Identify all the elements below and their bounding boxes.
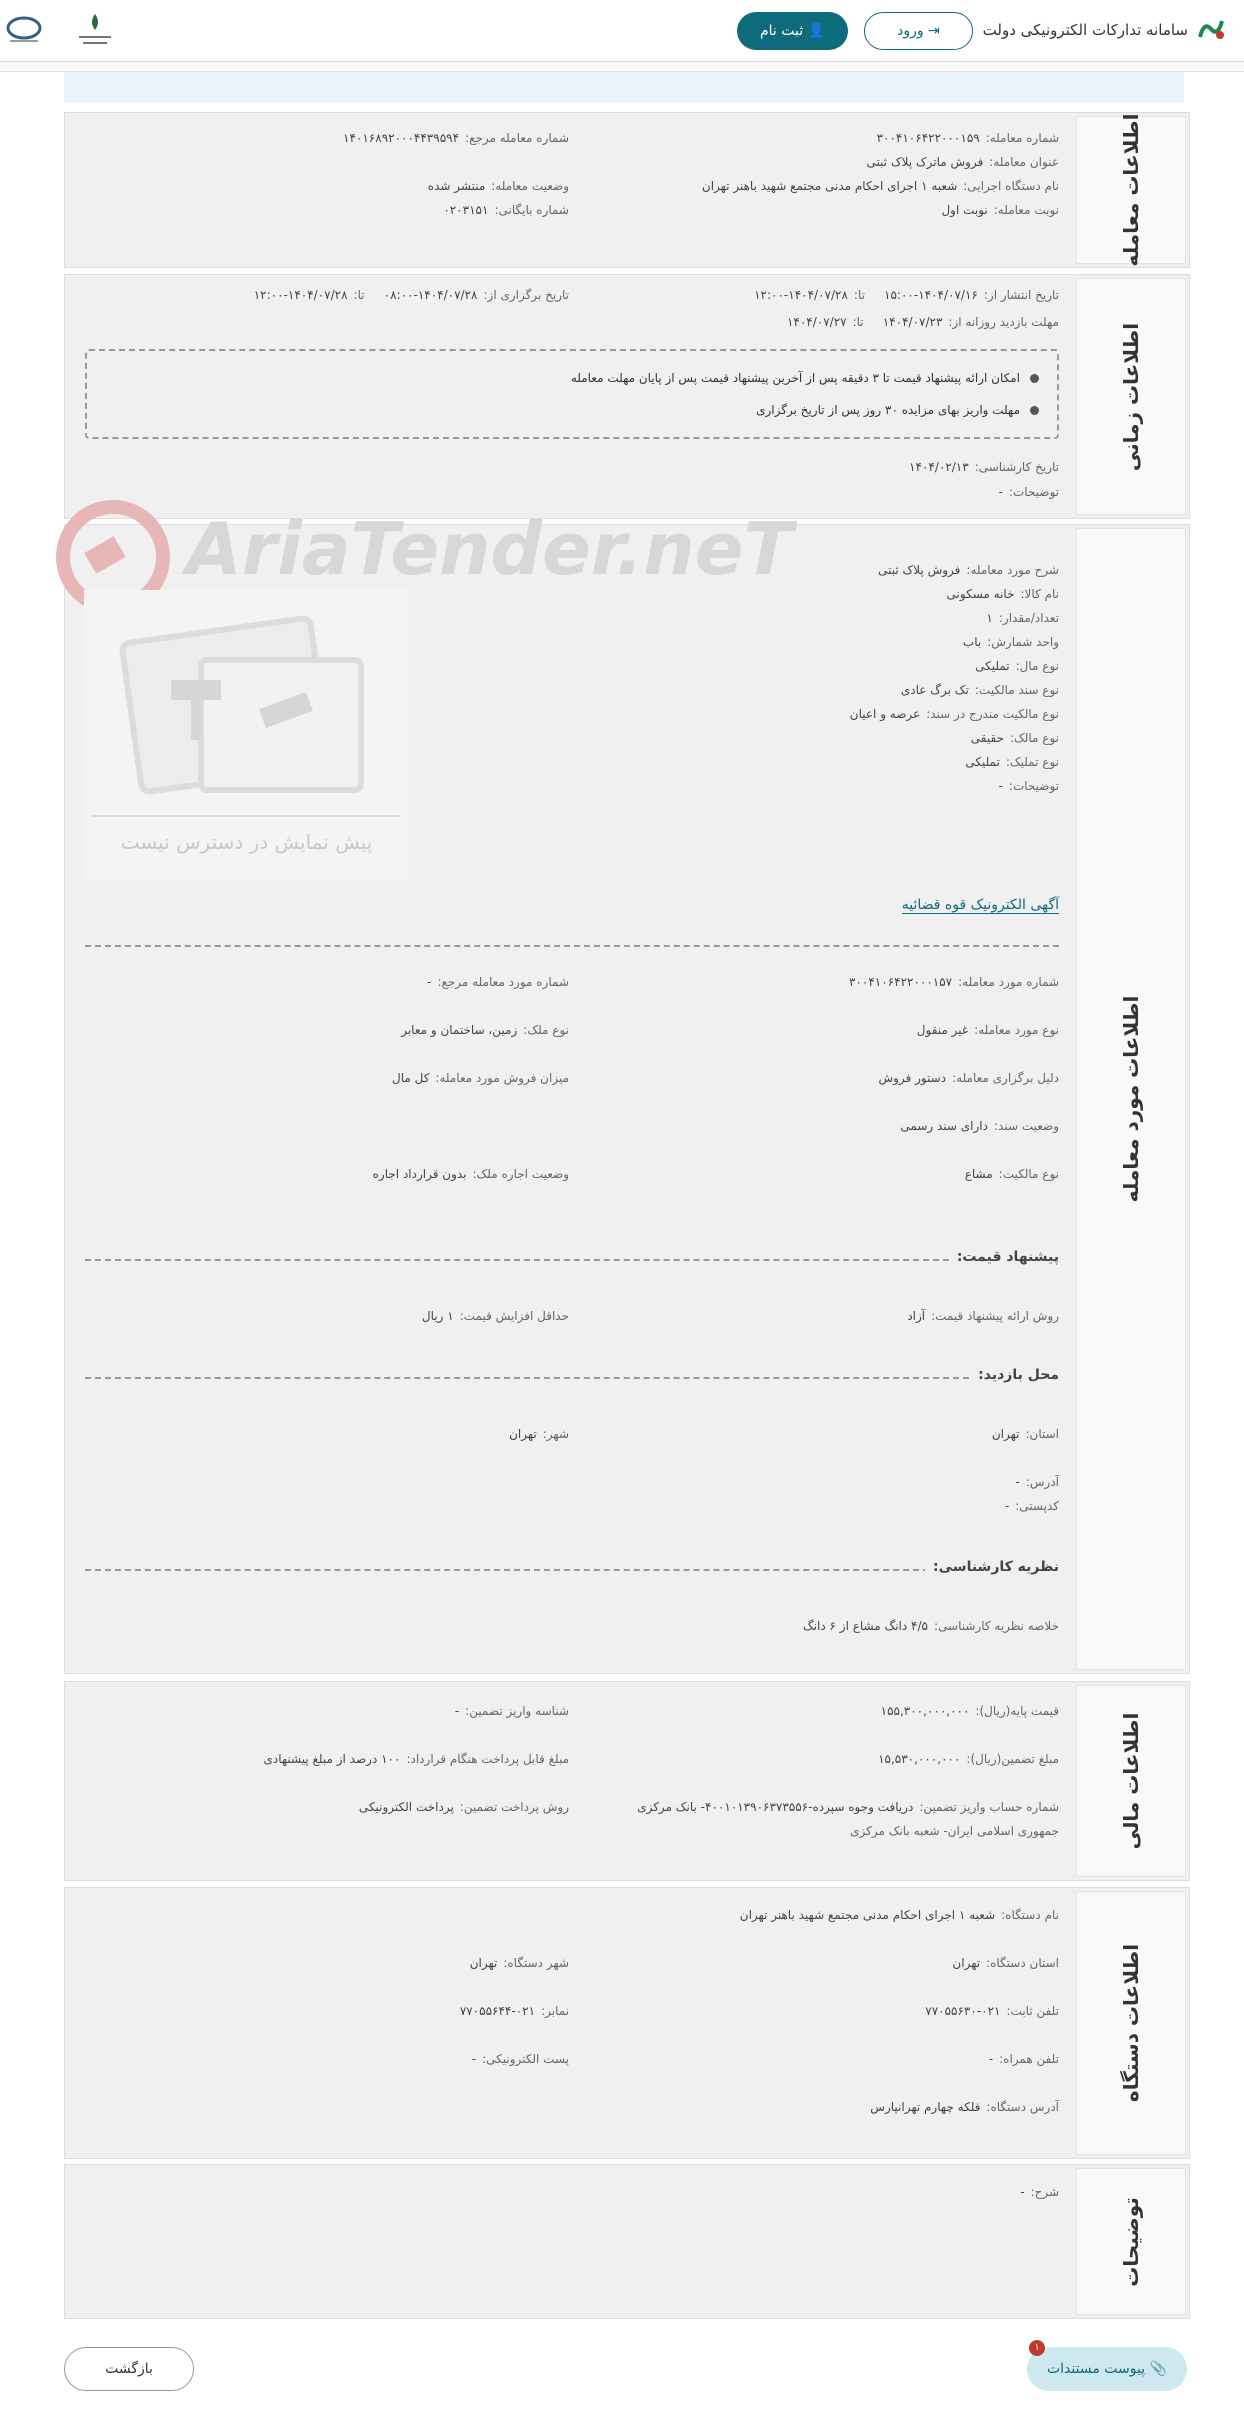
attachment-count-badge: ۱ [1029, 2340, 1045, 2356]
device-name: نام دستگاه:شعبه ۱ اجرای احکام مدنی مجتمع… [739, 1908, 1059, 1922]
bullet-icon [1030, 406, 1039, 415]
header: سامانه تدارکات الکترونیکی دولت ⇥ ورود 👤 … [0, 0, 1244, 62]
device-province: استان دستگاه:تهران [952, 1956, 1059, 1970]
deposit-id: شناسه واریز تضمین:- [454, 1704, 569, 1718]
terms-box: امکان ارائه پیشنهاد قیمت تا ۳ دقیقه پس ا… [85, 349, 1059, 439]
city: شهر:تهران [509, 1427, 569, 1441]
payment-method: روش پرداخت تضمین:پرداخت الکترونیکی [358, 1800, 569, 1814]
visit-deadline: مهلت بازدید روزانه از:۱۴۰۴/۰۷/۲۳ تا:۱۴۰۴… [786, 315, 1059, 329]
item-detail-row: نوع سند مالکیت:تک برگ عادی [900, 683, 1059, 697]
section-title: اطلاعات زمانی [1076, 278, 1186, 515]
preview-placeholder: پیش نمایش در دسترس نیست [84, 590, 409, 880]
deal-status: وضعیت معامله:منتشر شده [427, 179, 569, 193]
watermark-brand: AriaTender.neT [186, 507, 793, 591]
item-detail-row: نوع تملیک:تملیکی [965, 755, 1059, 769]
device-address: آدرس دستگاه:فلکه چهارم تهرانپارس [870, 2100, 1059, 2114]
deal-title: عنوان معامله:فروش ماترک پلاک ثبتی [866, 155, 1059, 169]
register-button[interactable]: 👤 ثبت نام [737, 12, 848, 50]
expert-date: تاریخ کارشناسی:۱۴۰۴/۰۲/۱۳ [909, 460, 1059, 474]
divider [85, 1259, 959, 1261]
lease-status: وضعیت اجاره ملک:بدون قرارداد اجاره [372, 1167, 569, 1181]
device-info-section: اطلاعات دستگاه نام دستگاه:شعبه ۱ اجرای ا… [64, 1887, 1190, 2159]
divider [85, 1377, 969, 1379]
visit-location-heading: محل بازدید: [970, 1367, 1059, 1383]
paperclip-icon: 📎 [1149, 2361, 1168, 2377]
archive-number: شماره بایگانی:۰۲۰۳۱۵۱ [443, 203, 569, 217]
sub-ref-number: شماره مورد معامله مرجع:- [427, 975, 569, 989]
item-detail-row: شرح مورد معامله:فروش پلاک ثبتی [878, 563, 1059, 577]
device-email: پست الکترونیکی:- [471, 2052, 569, 2066]
payable-at-contract: مبلغ قابل پرداخت هنگام قرارداد:۱۰۰ درصد … [263, 1752, 569, 1766]
divider [85, 1569, 949, 1571]
description-section: توضیحات شرح:- [64, 2164, 1190, 2319]
device-fax: نمابر:۰۲۱-۷۷۰۵۵۶۴۴ [459, 2004, 569, 2018]
bullet-icon [1030, 374, 1039, 383]
executing-org: نام دستگاه اجرایی:شعبه ۱ اجرای احکام مدن… [701, 179, 1059, 193]
sub-number: شماره مورد معامله:۳۰۰۴۱۰۶۴۲۲۰۰۰۱۵۷ [849, 975, 1059, 989]
bid-method: روش ارائه پیشنهاد قیمت:آزاد [907, 1309, 1059, 1323]
postal-code: کدپستی:- [1004, 1499, 1059, 1513]
government-logo-icon [6, 16, 42, 42]
guarantee-account-line2: جمهوری اسلامی ایران- شعبه بانک مرکزی [850, 1824, 1059, 1838]
finance-info-section: اطلاعات مالی قیمت پایه(ریال):۱۵۵,۳۰۰,۰۰۰… [64, 1681, 1190, 1881]
item-detail-row: تعداد/مقدار:۱ [986, 611, 1059, 625]
login-button[interactable]: ⇥ ورود [864, 12, 973, 50]
deal-turn: نوبت معامله:نوبت اول [941, 203, 1059, 217]
deal-info-section: اطلاعات معامله شماره معامله:۳۰۰۴۱۰۶۴۲۲۰۰… [64, 112, 1190, 268]
item-detail-row: واحد شمارش:باب [962, 635, 1059, 649]
item-detail-row: نوع مالکیت مندرج در سند:عرصه و اعیان [849, 707, 1059, 721]
device-mobile: تلفن همراه:- [988, 2052, 1059, 2066]
guarantee-account: شماره حساب واریز تضمین:دریافت وجوه سپرده… [637, 1800, 1059, 1814]
item-detail-row: نوع مال:تملیکی [975, 659, 1059, 673]
section-title: اطلاعات مالی [1076, 1685, 1186, 1877]
expert-summary: خلاصه نظریه کارشناسی:۴/۵ دانگ مشاع از ۶ … [802, 1619, 1059, 1633]
expert-opinion-heading: نظریه کارشناسی: [925, 1559, 1059, 1575]
auction-gavel-icon [119, 615, 364, 795]
deal-number: شماره معامله:۳۰۰۴۱۰۶۴۲۲۰۰۰۱۵۹ [876, 131, 1059, 145]
divider [85, 945, 1059, 947]
ministry-emblem-icon [79, 14, 111, 44]
add-user-icon: 👤 [807, 23, 826, 39]
site-title[interactable]: سامانه تدارکات الکترونیکی دولت [983, 21, 1188, 39]
attachments-button[interactable]: 📎 پیوست مستندات [1027, 2347, 1187, 2391]
item-detail-row: توضیحات:- [998, 779, 1059, 793]
list-item: مهلت واریز بهای مزایده ۳۰ روز پس از تاری… [756, 403, 1039, 417]
site-logo-icon[interactable] [1196, 15, 1226, 45]
publish-date: تاریخ انتشار از:۱۴۰۴/۰۷/۱۶-۱۵:۰۰ تا:۱۴۰۴… [754, 288, 1059, 302]
section-title: اطلاعات مورد معامله [1076, 528, 1186, 1670]
guarantee-amount: مبلغ تضمین(ریال):۱۵,۵۳۰,۰۰۰,۰۰۰ [878, 1752, 1059, 1766]
device-city: شهر دستگاه:تهران [469, 1956, 569, 1970]
description-text: شرح:- [1020, 2185, 1059, 2199]
ownership-type: نوع مالکیت:مشاع [964, 1167, 1059, 1181]
min-increment: حداقل افزایش قیمت:۱ ریال [421, 1309, 569, 1323]
item-detail-row: نوع مالک:حقیقی [970, 731, 1059, 745]
judiciary-ad-link[interactable]: آگهی الکترونیک قوه قضائیه [901, 897, 1059, 914]
time-info-section: اطلاعات زمانی تاریخ انتشار از:۱۴۰۴/۰۷/۱۶… [64, 274, 1190, 519]
back-button[interactable]: بازگشت [64, 2347, 194, 2391]
bid-heading: پیشنهاد قیمت: [948, 1249, 1059, 1265]
time-description: توضیحات:- [998, 485, 1059, 499]
item-type: نوع مورد معامله:غیر منقول [916, 1023, 1059, 1037]
item-detail-row: نام کالا:خانه مسکونی [946, 587, 1059, 601]
section-title: توضیحات [1076, 2168, 1186, 2315]
section-title: اطلاعات دستگاه [1076, 1891, 1186, 2155]
device-phone: تلفن ثابت:۰۲۱-۷۷۰۵۵۶۳۰ [925, 2004, 1059, 2018]
sub-navigation [0, 62, 1244, 72]
login-icon: ⇥ [928, 23, 940, 39]
address: آدرس:- [1015, 1475, 1059, 1489]
base-price: قیمت پایه(ریال):۱۵۵,۳۰۰,۰۰۰,۰۰۰ [880, 1704, 1059, 1718]
preview-unavailable-caption: پیش نمایش در دسترس نیست [120, 830, 373, 854]
preview-divider [92, 815, 401, 817]
sale-share: میزان فروش مورد معامله:کل مال [392, 1071, 569, 1085]
section-title: اطلاعات معامله [1076, 114, 1186, 266]
hold-date: تاریخ برگزاری از:۱۴۰۴/۰۷/۲۸-۰۸:۰۰ تا:۱۴۰… [253, 288, 569, 302]
document-status: وضعیت سند:دارای سند رسمی [900, 1119, 1059, 1133]
hold-reason: دلیل برگزاری معامله:دستور فروش [878, 1071, 1059, 1085]
list-item: امکان ارائه پیشنهاد قیمت تا ۳ دقیقه پس ا… [571, 371, 1039, 385]
property-type: نوع ملک:زمین، ساختمان و معابر [401, 1023, 569, 1037]
notice-strip [64, 72, 1184, 102]
province: استان:تهران [991, 1427, 1059, 1441]
deal-ref-number: شماره معامله مرجع:۱۴۰۱۶۸۹۲۰۰۰۴۴۳۹۵۹۴ [343, 131, 569, 145]
